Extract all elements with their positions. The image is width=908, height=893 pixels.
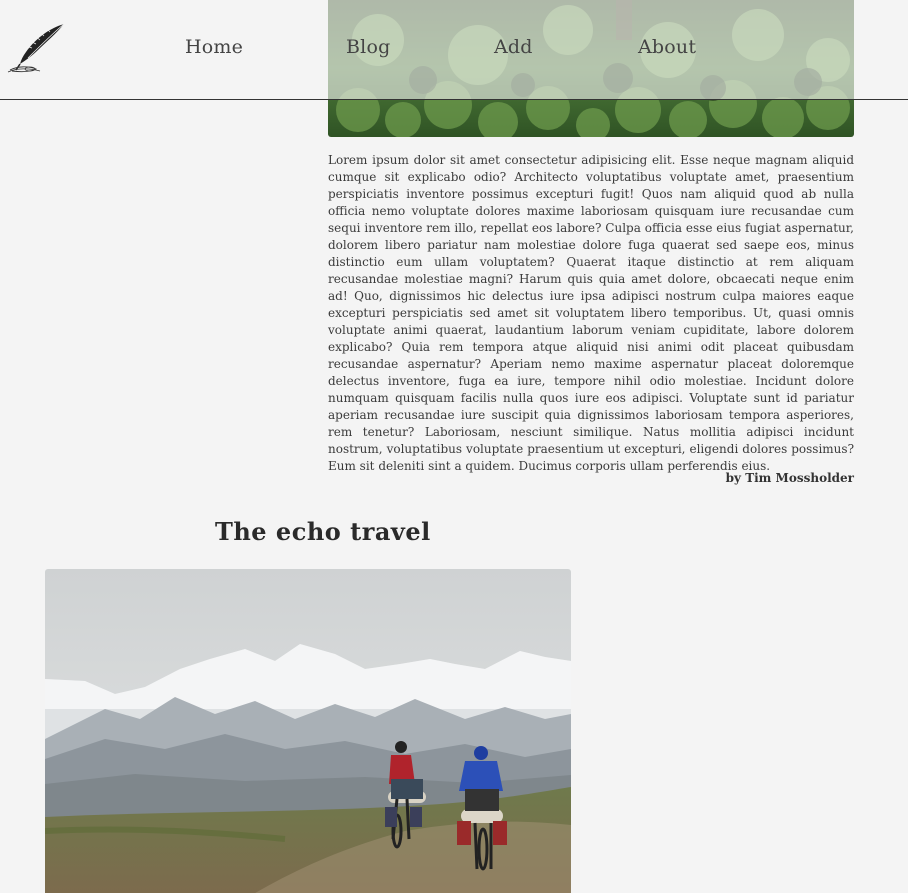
quill-pen-icon[interactable] <box>6 22 68 74</box>
page: Home Blog Add About Lorem ipsum dolor si… <box>0 0 908 893</box>
nav-about-link[interactable]: About <box>638 36 696 58</box>
post-title[interactable]: The echo travel <box>215 517 431 546</box>
article-body: Lorem ipsum dolor sit amet consectetur a… <box>328 153 854 473</box>
mountain-cyclists-photo <box>45 569 571 893</box>
navbar: Home Blog Add About <box>0 0 908 100</box>
nav-home-link[interactable]: Home <box>185 36 243 58</box>
post-image[interactable] <box>45 569 571 893</box>
nav-blog-link[interactable]: Blog <box>346 36 390 58</box>
article-author: by Tim Mossholder <box>725 471 854 485</box>
nav-add-link[interactable]: Add <box>494 36 533 58</box>
